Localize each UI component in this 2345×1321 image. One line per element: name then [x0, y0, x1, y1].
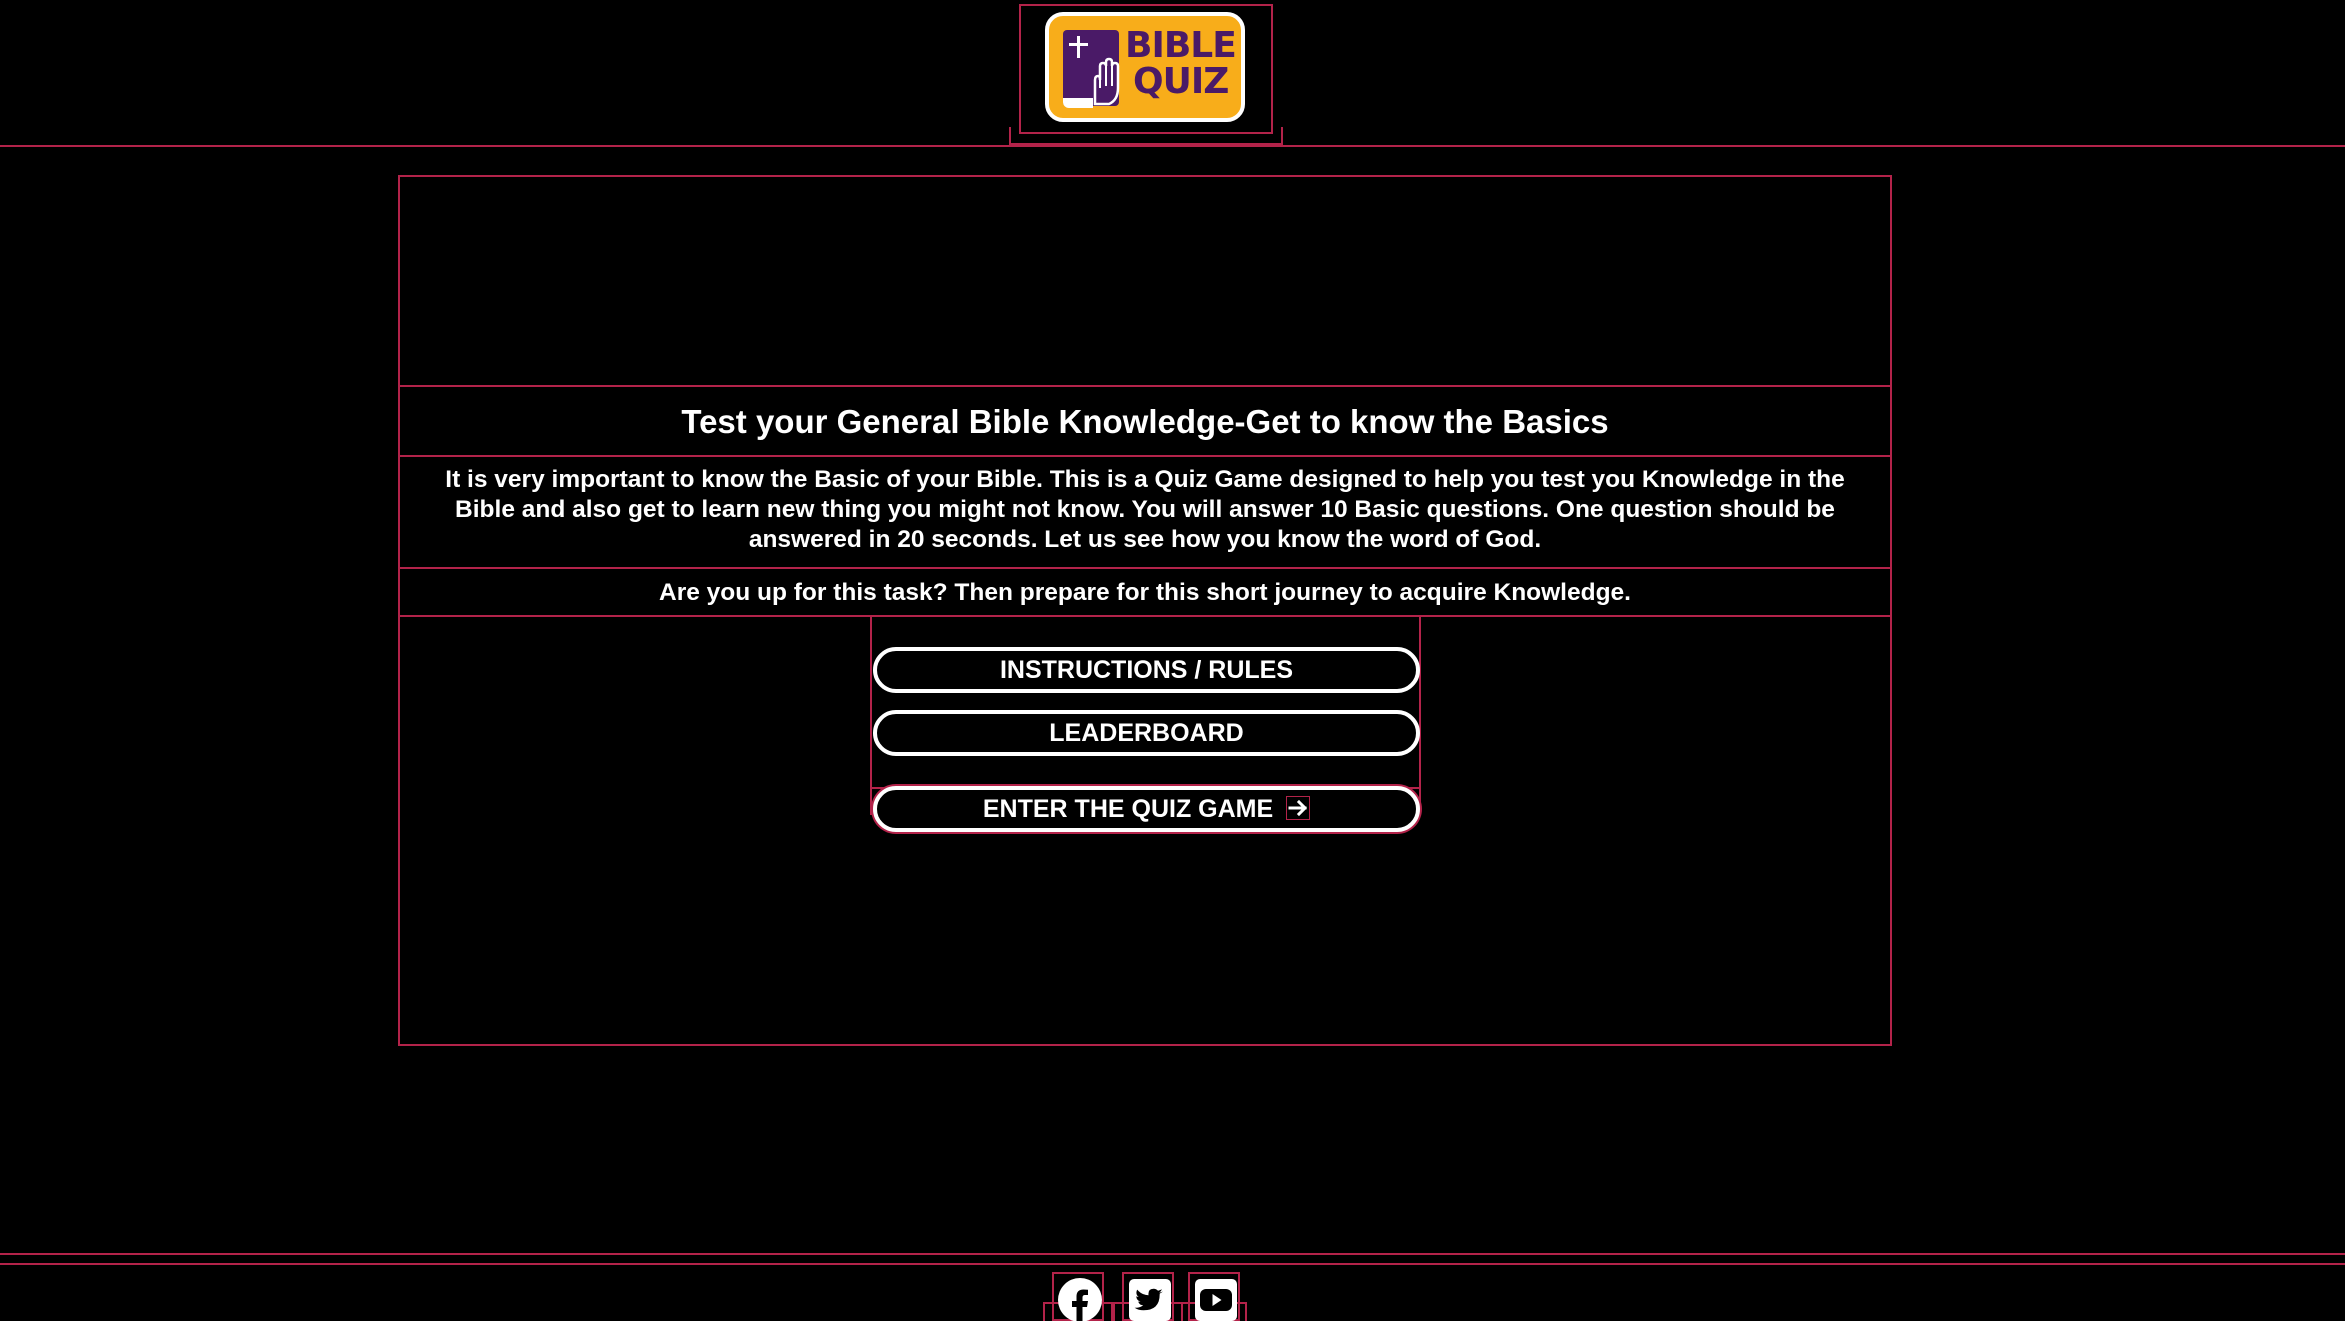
- youtube-icon: [1195, 1279, 1237, 1321]
- footer-divider-bottom: [0, 1263, 2345, 1265]
- instructions-button[interactable]: INSTRUCTIONS / RULES: [873, 647, 1420, 693]
- intro-card: Test your General Bible Knowledge-Get to…: [398, 175, 1892, 1046]
- facebook-icon: [1058, 1278, 1102, 1321]
- prompt-row: Are you up for this task? Then prepare f…: [400, 567, 1890, 617]
- enter-quiz-button[interactable]: ENTER THE QUIZ GAME: [873, 786, 1420, 832]
- leaderboard-button[interactable]: LEADERBOARD: [873, 710, 1420, 756]
- logo-frame-base: [1009, 127, 1283, 145]
- facebook-link[interactable]: [1052, 1272, 1104, 1321]
- title-row: Test your General Bible Knowledge-Get to…: [400, 385, 1890, 455]
- quiz-prompt: Are you up for this task? Then prepare f…: [659, 579, 1631, 606]
- footer-divider-top: [0, 1253, 2345, 1255]
- page-title: Test your General Bible Knowledge-Get to…: [681, 403, 1609, 440]
- header-divider: [0, 145, 2345, 147]
- youtube-link[interactable]: [1188, 1272, 1240, 1321]
- logo-text-line1: BIBLE: [1125, 25, 1237, 66]
- raised-hand-icon: [1087, 54, 1123, 110]
- twitter-link[interactable]: [1122, 1272, 1174, 1321]
- description-row: It is very important to know the Basic o…: [400, 455, 1890, 567]
- page: BIBLE QUIZ Test your General Bible Knowl…: [0, 0, 2345, 1321]
- action-button-group: INSTRUCTIONS / RULES LEADERBOARD ENTER T…: [870, 617, 1421, 832]
- arrow-right-icon: [1286, 796, 1311, 820]
- logo-text-line2: QUIZ: [1133, 61, 1229, 102]
- logo-text: BIBLE QUIZ: [1125, 25, 1237, 102]
- instructions-button-label: INSTRUCTIONS / RULES: [999, 656, 1294, 684]
- leaderboard-button-label: LEADERBOARD: [1049, 719, 1244, 747]
- bible-quiz-logo[interactable]: BIBLE QUIZ: [1045, 12, 1245, 122]
- twitter-icon: [1129, 1279, 1171, 1321]
- enter-quiz-button-label: ENTER THE QUIZ GAME: [982, 795, 1274, 823]
- quiz-description: It is very important to know the Basic o…: [445, 466, 1845, 553]
